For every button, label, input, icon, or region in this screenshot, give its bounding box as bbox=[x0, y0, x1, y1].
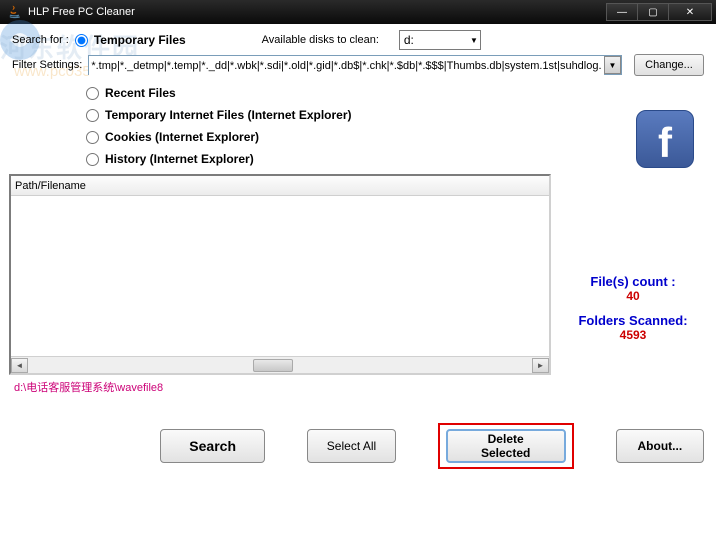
filter-dropdown-button[interactable]: ▼ bbox=[604, 56, 621, 74]
delete-highlight-box: Delete Selected bbox=[438, 423, 574, 469]
radio-temp-internet-files[interactable]: Temporary Internet Files (Internet Explo… bbox=[86, 108, 704, 122]
search-for-label: Search for : bbox=[12, 34, 69, 46]
radio-recent-files[interactable]: Recent Files bbox=[86, 86, 704, 100]
scroll-right-arrow[interactable]: ► bbox=[532, 358, 549, 373]
radio-temporary-files-input[interactable] bbox=[75, 34, 88, 47]
available-disks-label: Available disks to clean: bbox=[262, 34, 379, 46]
window-title: HLP Free PC Cleaner bbox=[28, 6, 135, 18]
facebook-icon[interactable]: f bbox=[636, 110, 694, 168]
radio-temporary-files[interactable]: Temporary Files bbox=[75, 33, 186, 47]
files-count-label: File(s) count : bbox=[568, 274, 698, 289]
table-header-path: Path/Filename bbox=[11, 176, 549, 196]
chevron-down-icon: ▼ bbox=[470, 36, 478, 45]
scroll-thumb[interactable] bbox=[253, 359, 293, 372]
disk-select[interactable]: d: ▼ bbox=[399, 30, 481, 50]
folders-scanned-label: Folders Scanned: bbox=[568, 313, 698, 328]
title-bar: HLP Free PC Cleaner — ▢ ✕ bbox=[0, 0, 716, 24]
stats-panel: File(s) count : 40 Folders Scanned: 4593 bbox=[568, 274, 698, 352]
search-options: Recent Files Temporary Internet Files (I… bbox=[86, 86, 704, 166]
radio-cookies[interactable]: Cookies (Internet Explorer) bbox=[86, 130, 704, 144]
select-all-button[interactable]: Select All bbox=[307, 429, 395, 463]
delete-selected-button[interactable]: Delete Selected bbox=[446, 429, 566, 463]
chevron-down-icon: ▼ bbox=[609, 61, 617, 70]
minimize-button[interactable]: — bbox=[606, 3, 638, 21]
filter-input[interactable] bbox=[89, 56, 604, 76]
results-table[interactable]: Path/Filename ◄ ► bbox=[9, 174, 551, 375]
filter-settings-label: Filter Settings: bbox=[12, 59, 82, 71]
maximize-button[interactable]: ▢ bbox=[637, 3, 669, 21]
change-button[interactable]: Change... bbox=[634, 54, 704, 76]
folders-scanned-value: 4593 bbox=[568, 328, 698, 342]
search-button[interactable]: Search bbox=[160, 429, 265, 463]
close-button[interactable]: ✕ bbox=[668, 3, 712, 21]
radio-history[interactable]: History (Internet Explorer) bbox=[86, 152, 704, 166]
horizontal-scrollbar[interactable]: ◄ ► bbox=[11, 356, 549, 373]
scroll-left-arrow[interactable]: ◄ bbox=[11, 358, 28, 373]
files-count-value: 40 bbox=[568, 289, 698, 303]
status-path: d:\电话客服管理系统\wavefile8 bbox=[14, 379, 704, 395]
about-button[interactable]: About... bbox=[616, 429, 704, 463]
app-icon bbox=[8, 5, 22, 19]
